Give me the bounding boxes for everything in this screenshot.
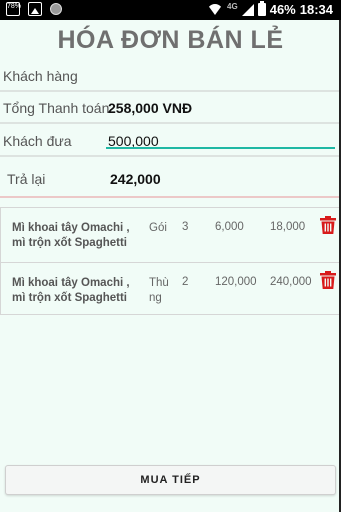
divider <box>0 122 341 124</box>
item-name-line: Mì khoai tây Omachi , <box>12 222 130 234</box>
item-quantity: 3 <box>182 221 189 233</box>
battery-icon <box>257 1 266 16</box>
paid-input-underline <box>106 147 335 149</box>
circle-notification-icon <box>50 3 62 15</box>
battery-saver-icon: 78% <box>6 2 22 16</box>
change-value: 242,000 <box>110 171 161 187</box>
status-icons-left: 78% <box>6 2 62 16</box>
item-total: 18,000 <box>270 221 306 233</box>
customer-field[interactable]: Khách hàng <box>3 68 78 84</box>
item-unit: Thù ng <box>149 276 175 306</box>
item-unit-line: ng <box>149 292 162 304</box>
trash-icon[interactable] <box>320 271 336 289</box>
image-notification-icon <box>28 2 42 16</box>
item-price: 6,000 <box>215 221 244 233</box>
list-item: Mì khoai tây Omachi , mì trộn xốt Spaghe… <box>1 208 341 261</box>
item-unit: Gói <box>149 221 175 236</box>
divider <box>0 90 341 92</box>
item-total: 240,000 <box>270 276 312 288</box>
item-name-line: mì trộn xốt Spaghetti <box>12 292 127 304</box>
item-unit-line: Gói <box>149 222 167 234</box>
trash-icon[interactable] <box>320 216 336 234</box>
item-name: Mì khoai tây Omachi , mì trộn xốt Spaghe… <box>12 221 140 251</box>
item-name-line: Mì khoai tây Omachi , <box>12 277 130 289</box>
invoice-items-list: Mì khoai tây Omachi , mì trộn xốt Spaghe… <box>0 207 341 315</box>
divider <box>0 155 341 157</box>
network-type: 4G <box>227 2 238 11</box>
item-unit-line: Thù <box>149 277 169 289</box>
clock: 18:34 <box>299 2 333 17</box>
paid-label: Khách đưa <box>3 133 72 149</box>
list-item: Mì khoai tây Omachi , mì trộn xốt Spaghe… <box>1 262 341 315</box>
item-quantity: 2 <box>182 276 189 288</box>
divider <box>0 196 341 198</box>
item-name: Mì khoai tây Omachi , mì trộn xốt Spaghe… <box>12 276 140 306</box>
continue-shopping-button[interactable]: MUA TIẾP <box>5 465 336 495</box>
signal-icon <box>241 3 254 16</box>
status-bar: 78% 4G 46% 18:34 <box>0 0 341 20</box>
battery-saver-text: 78% <box>7 3 22 10</box>
item-name-line: mì trộn xốt Spaghetti <box>12 237 127 249</box>
total-label: Tổng Thanh toán <box>3 100 110 116</box>
total-value: 258,000 VNĐ <box>108 100 193 116</box>
battery-percent: 46% <box>269 2 296 17</box>
page-title: HÓA ĐƠN BÁN LẺ <box>57 26 284 54</box>
change-label: Trả lại <box>7 171 46 187</box>
wifi-icon <box>207 4 224 15</box>
item-price: 120,000 <box>215 276 257 288</box>
status-icons-right: 4G 46% 18:34 <box>207 1 333 17</box>
